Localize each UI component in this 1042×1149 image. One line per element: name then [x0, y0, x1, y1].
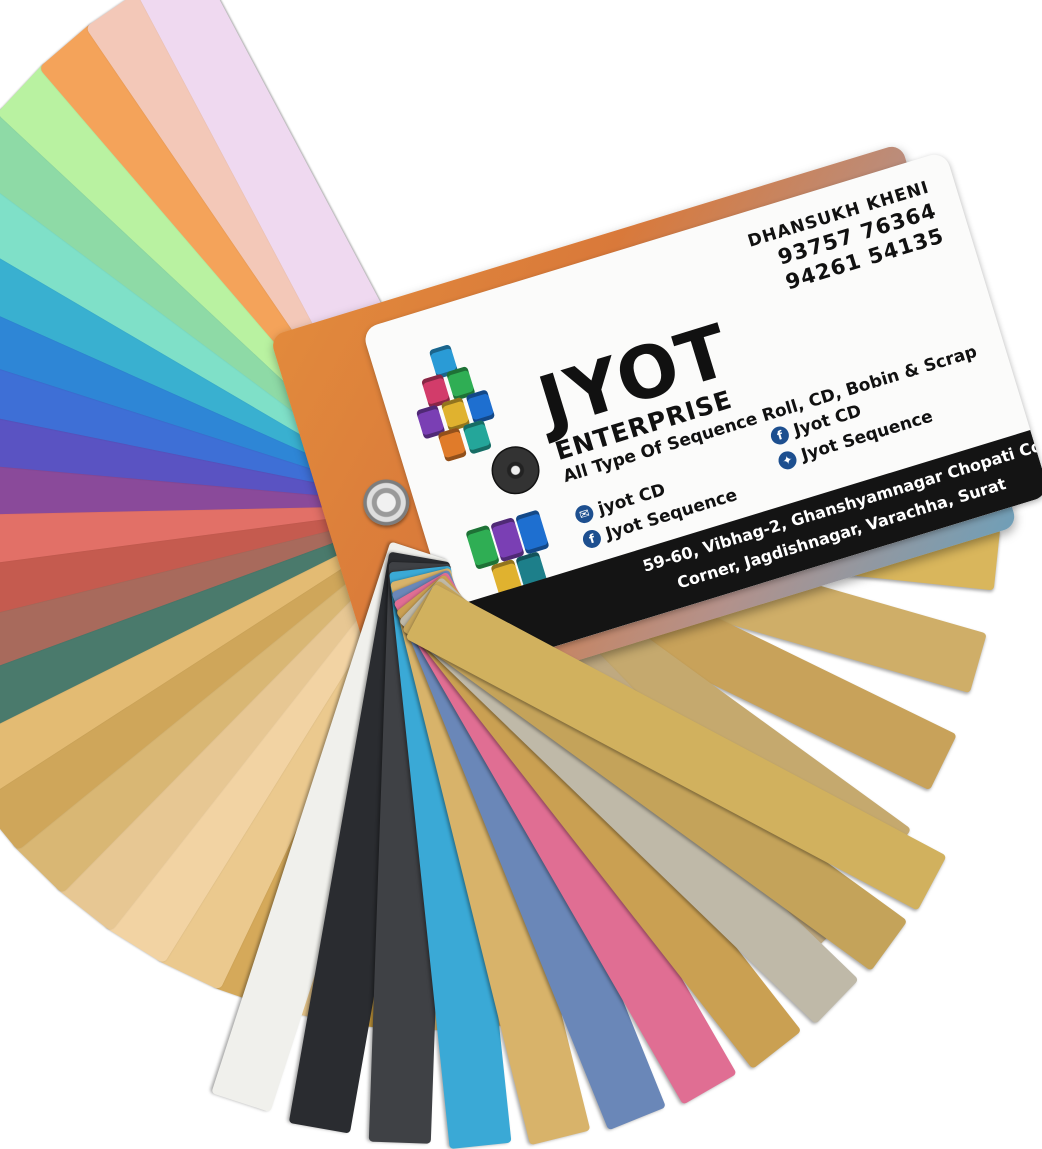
brand-block: JYOT ENTERPRISE All Type Of Sequence Rol…	[529, 245, 979, 487]
business-card: DHANSUKH KHENI 93757 76364 94261 54135 J…	[361, 150, 1042, 674]
email-icon: ✉	[573, 502, 596, 526]
facebook-icon: f	[580, 527, 604, 551]
photo-scene: DHANSUKH KHENI 93757 76364 94261 54135 J…	[0, 0, 1042, 1149]
facebook-icon: f	[768, 424, 792, 447]
twitter-icon: ✦	[776, 449, 799, 472]
